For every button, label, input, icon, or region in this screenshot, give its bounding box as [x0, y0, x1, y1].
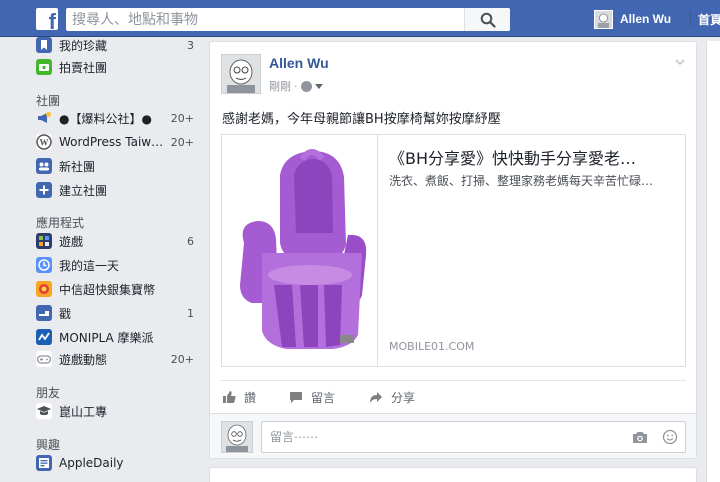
link-preview-image — [222, 135, 378, 366]
left-sidebar: 我的珍藏 3 拍賣社團 社團 ●【爆料公社】● 20+ W WordPress … — [0, 37, 200, 482]
comment-input[interactable] — [261, 421, 686, 453]
on-this-day-icon — [36, 257, 52, 273]
sidebar-item-group-baoliao[interactable]: ●【爆料公社】● 20+ — [36, 108, 194, 128]
game-feed-icon — [36, 351, 52, 367]
rss-icon — [36, 455, 52, 471]
sidebar-item-ctbc-app[interactable]: 中信超快銀集寶幣 — [36, 279, 194, 299]
sidebar-item-group-wordpress[interactable]: W WordPress Taiw… 20+ — [36, 132, 194, 152]
share-icon — [370, 392, 382, 403]
new-group-icon — [36, 158, 52, 174]
search-box — [66, 8, 510, 31]
feed-post: Allen Wu 剛剛 · 感謝老媽，今年母親節讓BH按摩椅幫妳按摩紓壓 《BH… — [209, 41, 697, 459]
bookmark-icon — [36, 37, 52, 53]
sidebar-item-game-feed[interactable]: 遊戲動態 20+ — [36, 349, 194, 369]
search-input[interactable] — [66, 8, 462, 31]
meta-separator: · — [294, 79, 298, 93]
sidebar-item-on-this-day[interactable]: 我的這一天 — [36, 255, 194, 275]
avatar — [594, 9, 613, 29]
home-link[interactable]: 首頁 — [698, 11, 720, 28]
monipla-icon — [36, 329, 52, 345]
sidebar-item-poke[interactable]: 戳 1 — [36, 303, 194, 323]
sidebar-item-sale-groups[interactable]: 拍賣社團 — [36, 57, 194, 77]
sidebar-item-monipla[interactable]: MONIPLA 摩樂派 — [36, 327, 194, 347]
svg-text:W: W — [40, 138, 49, 148]
school-icon — [36, 403, 52, 419]
sidebar-item-games[interactable]: 遊戲 6 — [36, 231, 194, 251]
megaphone-icon — [36, 110, 52, 126]
sidebar-item-appledaily[interactable]: AppleDaily — [36, 453, 194, 473]
like-button[interactable]: 讚 — [222, 388, 256, 406]
thumbs-up-icon — [223, 391, 236, 403]
profile-name: Allen Wu — [620, 12, 672, 26]
poke-icon — [36, 305, 52, 321]
post-author-name[interactable]: Allen Wu — [269, 55, 329, 71]
section-heading-interests: 興趣 — [36, 438, 61, 452]
link-preview[interactable]: 《BH分享愛》快快動手分享愛老… 洗衣、煮飯、打掃、整理家務老媽每天辛苦忙碌… … — [221, 134, 686, 367]
emoji-icon[interactable] — [662, 429, 678, 445]
sale-group-icon — [36, 59, 52, 75]
post-message: 感謝老媽，今年母親節讓BH按摩椅幫妳按摩紓壓 — [222, 112, 501, 127]
comment-button[interactable]: 留言 — [289, 388, 335, 406]
wordpress-icon: W — [36, 134, 52, 150]
chevron-down-icon[interactable] — [674, 56, 686, 68]
sidebar-item-new-group[interactable]: 新社團 — [36, 156, 194, 176]
share-button[interactable]: 分享 — [369, 388, 415, 406]
post-meta: 剛剛 · — [269, 78, 323, 94]
camera-icon[interactable] — [632, 430, 648, 444]
avatar — [221, 421, 253, 453]
profile-link[interactable]: Allen Wu — [594, 9, 671, 29]
search-icon — [480, 12, 496, 28]
globe-icon[interactable] — [300, 80, 312, 92]
next-feed-post — [209, 467, 697, 482]
create-group-icon — [36, 182, 52, 198]
link-preview-description: 洗衣、煮飯、打掃、整理家務老媽每天辛苦忙碌… — [389, 174, 654, 188]
post-author-avatar[interactable] — [221, 54, 261, 94]
sidebar-item-create-group[interactable]: 建立社團 — [36, 180, 194, 200]
top-navigation-bar: f Allen Wu 首頁 — [0, 0, 720, 37]
search-button[interactable] — [464, 8, 510, 31]
comment-composer — [210, 413, 696, 458]
games-icon — [36, 233, 52, 249]
post-timestamp[interactable]: 剛剛 — [269, 78, 291, 94]
sidebar-item-saved[interactable]: 我的珍藏 3 — [36, 35, 194, 55]
divider — [690, 11, 691, 27]
audience-caret-icon[interactable] — [314, 83, 323, 89]
facebook-logo[interactable]: f — [36, 8, 58, 33]
comment-icon — [290, 392, 302, 403]
ctbc-app-icon — [36, 281, 52, 297]
section-heading-apps: 應用程式 — [36, 216, 85, 230]
right-column-edge — [706, 41, 720, 482]
section-heading-groups: 社團 — [36, 94, 61, 108]
sidebar-item-friend-list[interactable]: 崑山工專 — [36, 401, 194, 421]
link-preview-title[interactable]: 《BH分享愛》快快動手分享愛老… — [389, 145, 679, 169]
link-preview-domain: MOBILE01.COM — [389, 340, 475, 353]
section-heading-friends: 朋友 — [36, 386, 61, 400]
divider — [221, 380, 686, 381]
